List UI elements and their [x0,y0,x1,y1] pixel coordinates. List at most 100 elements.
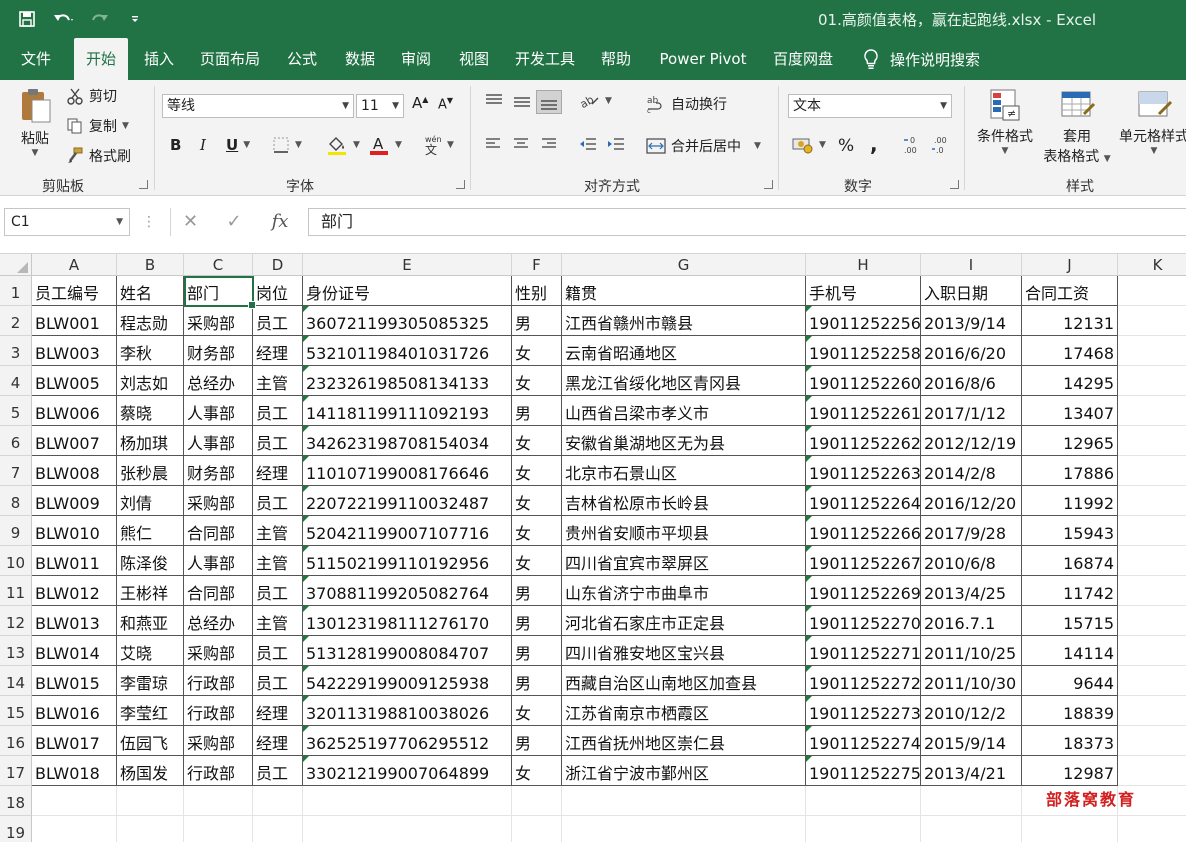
data-cell[interactable]: 蔡晓 [117,396,184,426]
data-cell[interactable]: 杨加琪 [117,426,184,456]
data-cell[interactable]: 杨国发 [117,756,184,786]
data-cell[interactable]: 李秋 [117,336,184,366]
data-cell[interactable]: 李莹红 [117,696,184,726]
empty-cell[interactable] [1022,816,1118,842]
data-cell[interactable]: 360721199305085325 [303,306,512,336]
formula-input[interactable]: 部门 [308,208,1186,236]
empty-cell[interactable] [921,786,1022,816]
empty-cell[interactable] [562,816,806,842]
data-cell[interactable]: 西藏自治区山南地区加查县 [562,666,806,696]
data-cell[interactable]: 采购部 [184,636,253,666]
empty-cell[interactable] [1118,516,1186,546]
empty-cell[interactable] [253,816,303,842]
empty-cell[interactable] [512,786,562,816]
wrap-text-button[interactable]: ab c 自动换行 [646,94,727,114]
data-cell[interactable]: 行政部 [184,696,253,726]
row-header[interactable]: 19 [0,816,32,842]
row-header[interactable]: 16 [0,726,32,756]
underline-button[interactable]: U ▼ [226,136,250,154]
data-cell[interactable]: 11992 [1022,486,1118,516]
data-cell[interactable]: 女 [512,546,562,576]
conditional-formatting-button[interactable]: ≠ 条件格式 ▼ [972,88,1038,156]
data-cell[interactable]: 黑龙江省绥化地区青冈县 [562,366,806,396]
data-cell[interactable]: BLW012 [32,576,117,606]
empty-cell[interactable] [184,816,253,842]
cell-styles-button[interactable]: 单元格样式 ▼ [1114,88,1186,156]
data-cell[interactable]: 男 [512,396,562,426]
data-cell[interactable]: 合同部 [184,576,253,606]
data-cell[interactable]: BLW011 [32,546,117,576]
row-header[interactable]: 9 [0,516,32,546]
data-cell[interactable]: 伍园飞 [117,726,184,756]
clipboard-launcher-icon[interactable] [139,180,148,189]
data-cell[interactable]: 330212199007064899 [303,756,512,786]
data-cell[interactable]: BLW007 [32,426,117,456]
data-cell[interactable]: 19011252275 [806,756,921,786]
data-cell[interactable]: 19011252273 [806,696,921,726]
data-cell[interactable]: 19011252262 [806,426,921,456]
data-cell[interactable]: 男 [512,726,562,756]
middle-align-button[interactable] [512,92,532,110]
data-cell[interactable]: 2016/12/20 [921,486,1022,516]
row-header[interactable]: 7 [0,456,32,486]
data-cell[interactable]: 14114 [1022,636,1118,666]
data-cell[interactable]: 总经办 [184,606,253,636]
tab-view[interactable]: 视图 [450,38,498,80]
data-cell[interactable]: 19011252271 [806,636,921,666]
data-cell[interactable]: 2010/12/2 [921,696,1022,726]
format-painter-button[interactable]: 格式刷 [66,146,131,166]
data-cell[interactable]: 总经办 [184,366,253,396]
font-size-select[interactable]: 11 ▼ [356,94,404,118]
data-cell[interactable]: 江苏省南京市栖霞区 [562,696,806,726]
empty-cell[interactable] [184,786,253,816]
row-header[interactable]: 5 [0,396,32,426]
data-cell[interactable]: 程志勋 [117,306,184,336]
data-cell[interactable]: 2016/8/6 [921,366,1022,396]
data-cell[interactable]: 艾晓 [117,636,184,666]
phonetic-guide-button[interactable]: wén 文 ▼ [422,134,454,156]
data-cell[interactable]: 财务部 [184,456,253,486]
data-cell[interactable]: 男 [512,576,562,606]
data-cell[interactable]: 吉林省松原市长岭县 [562,486,806,516]
tab-power-pivot[interactable]: Power Pivot [650,38,756,80]
header-cell[interactable]: 入职日期 [921,276,1022,306]
decrease-font-size-button[interactable]: A▼ [438,96,453,112]
data-cell[interactable]: 女 [512,486,562,516]
data-cell[interactable]: 370881199205082764 [303,576,512,606]
data-cell[interactable]: 财务部 [184,336,253,366]
row-header[interactable]: 10 [0,546,32,576]
data-cell[interactable]: 2012/12/19 [921,426,1022,456]
data-cell[interactable]: BLW008 [32,456,117,486]
data-cell[interactable]: 员工 [253,756,303,786]
row-header[interactable]: 2 [0,306,32,336]
data-cell[interactable]: 17468 [1022,336,1118,366]
header-cell[interactable]: 性别 [512,276,562,306]
column-header-e[interactable]: E [303,254,512,276]
data-cell[interactable]: 220722199110032487 [303,486,512,516]
data-cell[interactable]: BLW009 [32,486,117,516]
column-header-b[interactable]: B [117,254,184,276]
tab-review[interactable]: 审阅 [392,38,440,80]
empty-cell[interactable] [1118,546,1186,576]
data-cell[interactable]: 北京市石景山区 [562,456,806,486]
empty-cell[interactable] [1118,366,1186,396]
data-cell[interactable]: 17886 [1022,456,1118,486]
row-header[interactable]: 15 [0,696,32,726]
empty-cell[interactable] [1118,426,1186,456]
data-cell[interactable]: 15943 [1022,516,1118,546]
select-all-button[interactable] [0,254,32,276]
data-cell[interactable]: 江西省赣州市赣县 [562,306,806,336]
bold-button[interactable]: B [170,136,181,154]
data-cell[interactable]: BLW016 [32,696,117,726]
data-cell[interactable]: 2011/10/30 [921,666,1022,696]
increase-decimal-button[interactable]: 0.00 [902,134,924,156]
tab-data[interactable]: 数据 [336,38,384,80]
data-cell[interactable]: 男 [512,306,562,336]
empty-cell[interactable] [1118,456,1186,486]
data-cell[interactable]: 行政部 [184,756,253,786]
data-cell[interactable]: 经理 [253,336,303,366]
data-cell[interactable]: 员工 [253,396,303,426]
data-cell[interactable]: 女 [512,366,562,396]
tab-baidu-netdisk[interactable]: 百度网盘 [764,38,842,80]
row-header[interactable]: 4 [0,366,32,396]
